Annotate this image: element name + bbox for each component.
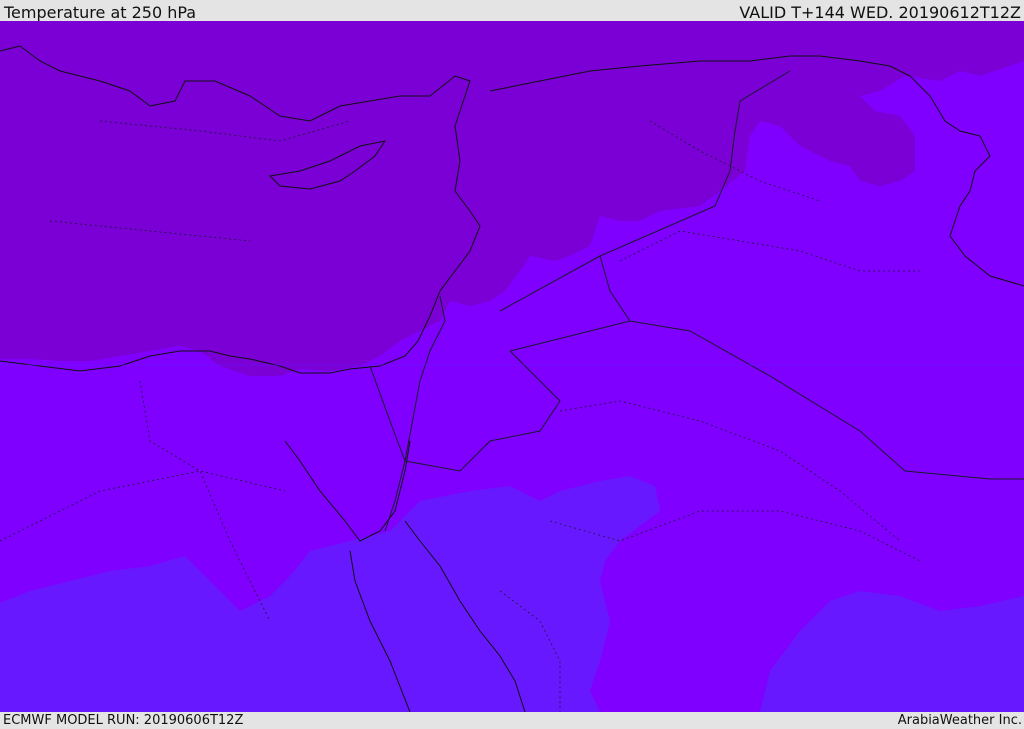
map-title: Temperature at 250 hPa — [4, 3, 197, 22]
temperature-map[interactable] — [0, 21, 1024, 712]
valid-time: VALID T+144 WED. 20190612T12Z — [739, 3, 1021, 22]
header-bar: Temperature at 250 hPa VALID T+144 WED. … — [0, 0, 1024, 21]
model-run: ECMWF MODEL RUN: 20190606T12Z — [3, 713, 244, 728]
credit: ArabiaWeather Inc. — [897, 713, 1022, 728]
footer-bar: ECMWF MODEL RUN: 20190606T12Z ArabiaWeat… — [0, 712, 1024, 729]
